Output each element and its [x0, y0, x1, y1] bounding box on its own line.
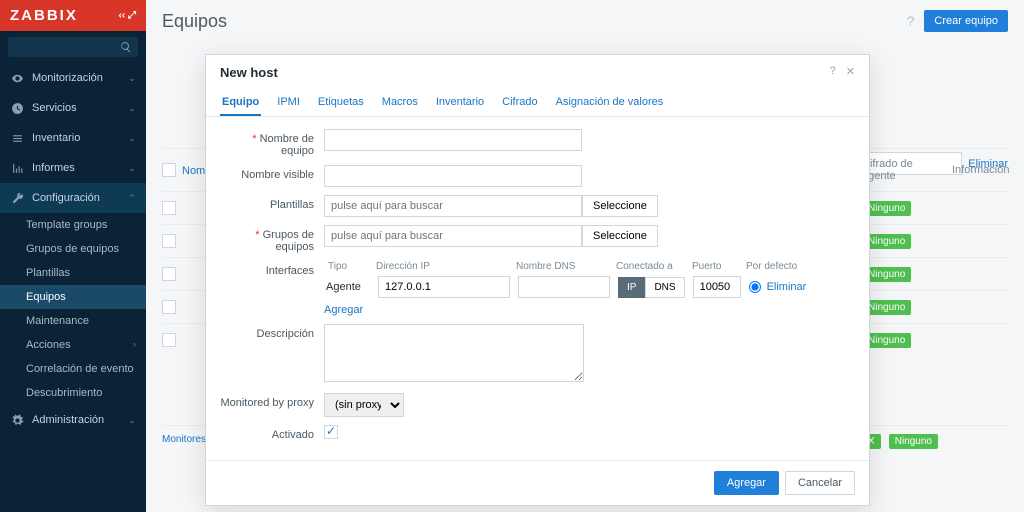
clock-icon: [11, 102, 24, 115]
input-host-name[interactable]: [324, 129, 582, 151]
col-info: Información: [946, 164, 1008, 176]
add-interface-link[interactable]: Agregar: [324, 304, 363, 316]
close-icon[interactable]: ✕: [846, 65, 855, 80]
gear-icon: [11, 414, 24, 427]
list-icon: [11, 132, 24, 145]
nav-reports[interactable]: Informes⌄: [0, 153, 146, 183]
sub-maintenance[interactable]: Maintenance: [0, 309, 146, 333]
iface-connect-to: IP DNS: [616, 277, 687, 298]
iface-remove[interactable]: Eliminar: [767, 281, 807, 293]
help-icon[interactable]: ?: [830, 65, 836, 80]
input-visible-name[interactable]: [324, 165, 582, 187]
sub-correlation[interactable]: Correlación de evento: [0, 357, 146, 381]
sub-template-groups[interactable]: Template groups: [0, 213, 146, 237]
chevron-down-icon: ⌄: [128, 415, 136, 426]
btn-dns[interactable]: DNS: [645, 277, 684, 298]
tab-equipo[interactable]: Equipo: [220, 90, 261, 116]
sub-templates[interactable]: Plantillas: [0, 261, 146, 285]
select-groups-button[interactable]: Seleccione: [582, 225, 658, 247]
sub-discovery[interactable]: Descubrimiento: [0, 381, 146, 405]
input-description[interactable]: [324, 324, 584, 382]
label-proxy: Monitored by proxy: [220, 393, 324, 409]
new-host-modal: New host ? ✕ Equipo IPMI Etiquetas Macro…: [205, 54, 870, 506]
collapse-icon[interactable]: ‹‹ ⤢: [119, 10, 136, 21]
search-icon: [120, 41, 132, 53]
label-groups: Grupos de equipos: [220, 225, 324, 253]
chevron-up-icon: ⌃: [128, 193, 136, 204]
label-enabled: Activado: [220, 425, 324, 441]
modal-tabs: Equipo IPMI Etiquetas Macros Inventario …: [206, 90, 869, 117]
input-groups[interactable]: [324, 225, 582, 247]
tab-etiquetas[interactable]: Etiquetas: [316, 90, 366, 116]
select-all-checkbox[interactable]: [162, 163, 176, 177]
tab-ipmi[interactable]: IPMI: [275, 90, 302, 116]
nav-services[interactable]: Servicios⌄: [0, 93, 146, 123]
tab-value-mapping[interactable]: Asignación de valores: [554, 90, 666, 116]
help-icon[interactable]: ?: [907, 13, 915, 29]
interface-row: Agente IP DNS Eliminar: [324, 276, 855, 298]
chevron-down-icon: ⌄: [128, 103, 136, 114]
label-host-name: Nombre de equipo: [220, 129, 324, 157]
nav-monitoring[interactable]: Monitorización⌄: [0, 63, 146, 93]
page-title: Equipos: [162, 11, 227, 32]
brand-text: ZABBIX: [10, 7, 78, 24]
nav-administration[interactable]: Administración⌄: [0, 405, 146, 435]
nav-inventory[interactable]: Inventario⌄: [0, 123, 146, 153]
wrench-icon: [11, 192, 24, 205]
tab-inventario[interactable]: Inventario: [434, 90, 486, 116]
iface-type: Agente: [324, 281, 372, 293]
modal-add-button[interactable]: Agregar: [714, 471, 779, 495]
tab-cifrado[interactable]: Cifrado: [500, 90, 539, 116]
iface-dns-input[interactable]: [518, 276, 610, 298]
modal-cancel-button[interactable]: Cancelar: [785, 471, 855, 495]
chevron-down-icon: ⌄: [128, 163, 136, 174]
checkbox-enabled[interactable]: [324, 425, 338, 439]
label-visible-name: Nombre visible: [220, 165, 324, 181]
sidebar: ZABBIX ‹‹ ⤢ Monitorización⌄ Servicios⌄ I…: [0, 0, 146, 512]
label-interfaces: Interfaces: [220, 261, 324, 277]
chevron-down-icon: ⌄: [128, 133, 136, 144]
eye-icon: [11, 72, 24, 85]
sub-hosts[interactable]: Equipos: [0, 285, 146, 309]
sidebar-search[interactable]: [8, 37, 138, 57]
nav-configuration[interactable]: Configuración⌃: [0, 183, 146, 213]
label-description: Descripción: [220, 324, 324, 340]
sub-actions[interactable]: Acciones›: [0, 333, 146, 357]
tab-macros[interactable]: Macros: [380, 90, 420, 116]
select-templates-button[interactable]: Seleccione: [582, 195, 658, 217]
create-host-button[interactable]: Crear equipo: [924, 10, 1008, 32]
iface-ip-input[interactable]: [378, 276, 510, 298]
brand-logo: ZABBIX ‹‹ ⤢: [0, 0, 146, 31]
iface-port-input[interactable]: [693, 276, 741, 298]
btn-ip[interactable]: IP: [618, 277, 645, 298]
input-templates[interactable]: [324, 195, 582, 217]
modal-title: New host: [220, 65, 278, 80]
iface-default-radio[interactable]: [749, 281, 761, 293]
sub-host-groups[interactable]: Grupos de equipos: [0, 237, 146, 261]
chart-icon: [11, 162, 24, 175]
label-templates: Plantillas: [220, 195, 324, 211]
chevron-down-icon: ⌄: [128, 73, 136, 84]
select-proxy[interactable]: (sin proxy): [324, 393, 404, 417]
